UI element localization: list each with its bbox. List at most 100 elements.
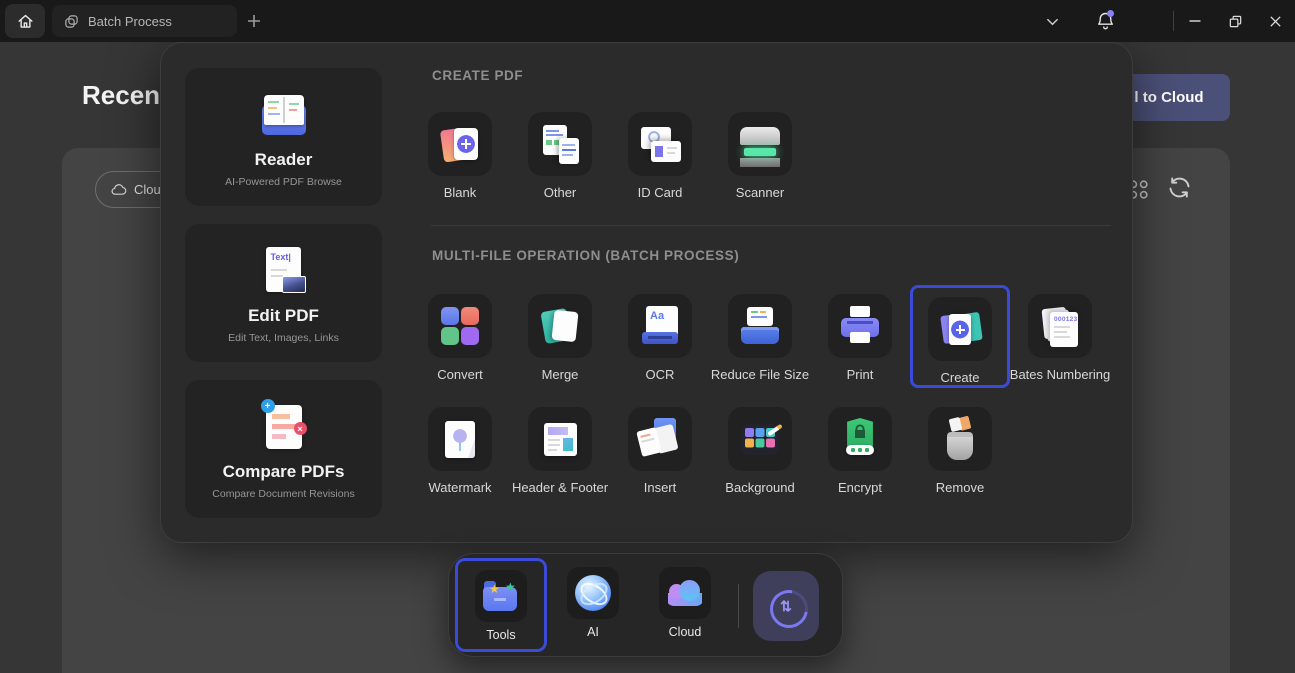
tile-blank[interactable]: Blank <box>410 103 510 206</box>
titlebar: Batch Process <box>0 0 1295 42</box>
tile-label: Merge <box>542 367 579 382</box>
chevron-down-icon[interactable] <box>1037 6 1067 36</box>
tools-overlay-panel: Reader AI-Powered PDF Browse Edit PDF Ed… <box>160 42 1133 543</box>
dock-label: Tools <box>486 628 515 642</box>
tile-label: Header & Footer <box>512 480 608 495</box>
tile-merge[interactable]: Merge <box>510 285 610 388</box>
page-title: Recent <box>82 80 169 111</box>
bell-icon <box>1095 10 1116 31</box>
batch-tab-icon <box>64 14 79 29</box>
dock-label: Cloud <box>669 625 702 639</box>
tile-label: OCR <box>646 367 675 382</box>
merge-icon <box>537 303 583 349</box>
restore-button[interactable] <box>1220 6 1250 36</box>
tile-label: Watermark <box>428 480 491 495</box>
app-logo-button[interactable] <box>753 571 819 641</box>
cloud-icon <box>666 580 704 606</box>
home-icon <box>16 12 35 31</box>
tile-scanner[interactable]: Scanner <box>710 103 810 206</box>
ai-icon <box>575 575 611 611</box>
notifications-button[interactable] <box>1090 5 1120 35</box>
insert-icon <box>637 416 683 462</box>
tile-ocr[interactable]: OCR <box>610 285 710 388</box>
tile-bates-numbering[interactable]: Bates Numbering <box>1010 285 1110 388</box>
tile-label: Reduce File Size <box>711 367 809 382</box>
tile-label: Bates Numbering <box>1010 367 1110 382</box>
dock-item-ai[interactable]: AI <box>547 554 639 652</box>
card-title: Edit PDF <box>248 306 319 326</box>
tile-label: Remove <box>936 480 984 495</box>
home-button[interactable] <box>5 4 45 38</box>
card-title: Compare PDFs <box>223 462 345 482</box>
dock-items: Tools AI Cloud <box>455 554 731 652</box>
cloud-icon <box>110 183 127 196</box>
compare-pdfs-icon <box>266 405 302 449</box>
dock-label: AI <box>587 625 599 639</box>
ocr-icon <box>637 303 683 349</box>
app-window: Batch Process Rece <box>0 0 1295 673</box>
tile-reduce-file-size[interactable]: Reduce File Size <box>710 285 810 388</box>
dock-item-tools[interactable]: Tools <box>455 558 547 652</box>
tile-header-footer[interactable]: Header & Footer <box>510 398 610 501</box>
tile-insert[interactable]: Insert <box>610 398 710 501</box>
edit-pdf-icon <box>262 247 306 295</box>
create-pdf-heading: CREATE PDF <box>432 68 523 83</box>
batch-row-1: Convert Merge OCR Reduce File Size Print… <box>410 285 1110 388</box>
batch-row-2: Watermark Header & Footer Insert Backgro… <box>410 398 1010 501</box>
tile-watermark[interactable]: Watermark <box>410 398 510 501</box>
encrypt-icon <box>837 416 883 462</box>
card-compare-pdfs[interactable]: Compare PDFs Compare Document Revisions <box>185 380 382 518</box>
other-icon <box>537 121 583 167</box>
tab-batch-process[interactable]: Batch Process <box>52 5 237 37</box>
blank-icon <box>437 121 483 167</box>
section-divider <box>431 225 1111 226</box>
card-edit-pdf[interactable]: Edit PDF Edit Text, Images, Links <box>185 224 382 362</box>
bottom-dock: Tools AI Cloud <box>448 553 843 657</box>
tile-id-card[interactable]: ID Card <box>610 103 710 206</box>
create-icon <box>937 306 983 352</box>
reader-icon <box>261 93 307 137</box>
tile-label: Print <box>847 367 874 382</box>
card-subtitle: AI-Powered PDF Browse <box>225 176 342 188</box>
tile-background[interactable]: Background <box>710 398 810 501</box>
dock-divider <box>738 584 739 628</box>
tile-label: Insert <box>644 480 677 495</box>
minimize-button[interactable] <box>1180 6 1210 36</box>
tile-create[interactable]: Create <box>910 285 1010 388</box>
tile-label: Convert <box>437 367 483 382</box>
batch-heading: MULTI-FILE OPERATION (BATCH PROCESS) <box>432 248 739 263</box>
headerfooter-icon <box>544 423 577 456</box>
tab-label: Batch Process <box>88 14 172 29</box>
sync-logo-icon <box>767 587 805 625</box>
overlay-cards: Reader AI-Powered PDF Browse Edit PDF Ed… <box>185 68 382 536</box>
notification-dot <box>1107 10 1114 17</box>
tile-convert[interactable]: Convert <box>410 285 510 388</box>
tile-encrypt[interactable]: Encrypt <box>810 398 910 501</box>
tile-remove[interactable]: Remove <box>910 398 1010 501</box>
tile-label: Other <box>544 185 577 200</box>
background-icon <box>741 424 779 455</box>
refresh-icon[interactable] <box>1166 174 1193 201</box>
idcard-icon <box>637 121 683 167</box>
print-icon <box>837 303 883 349</box>
tile-label: Blank <box>444 185 477 200</box>
tile-label: Create <box>940 370 979 385</box>
convert-icon <box>437 303 483 349</box>
dock-item-cloud[interactable]: Cloud <box>639 554 731 652</box>
tile-label: Background <box>725 480 794 495</box>
new-tab-button[interactable] <box>244 11 264 31</box>
close-button[interactable] <box>1260 6 1290 36</box>
create-pdf-row: Blank Other ID Card Scanner <box>410 103 810 206</box>
reduce-icon <box>737 303 783 349</box>
scanner-icon <box>737 121 783 167</box>
remove-icon <box>937 416 983 462</box>
card-subtitle: Compare Document Revisions <box>212 488 354 500</box>
card-reader[interactable]: Reader AI-Powered PDF Browse <box>185 68 382 206</box>
watermark-icon <box>445 421 475 458</box>
tile-other[interactable]: Other <box>510 103 610 206</box>
card-title: Reader <box>255 150 313 170</box>
bates-icon <box>1037 303 1083 349</box>
titlebar-divider <box>1173 11 1174 31</box>
tile-print[interactable]: Print <box>810 285 910 388</box>
tile-label: ID Card <box>638 185 683 200</box>
